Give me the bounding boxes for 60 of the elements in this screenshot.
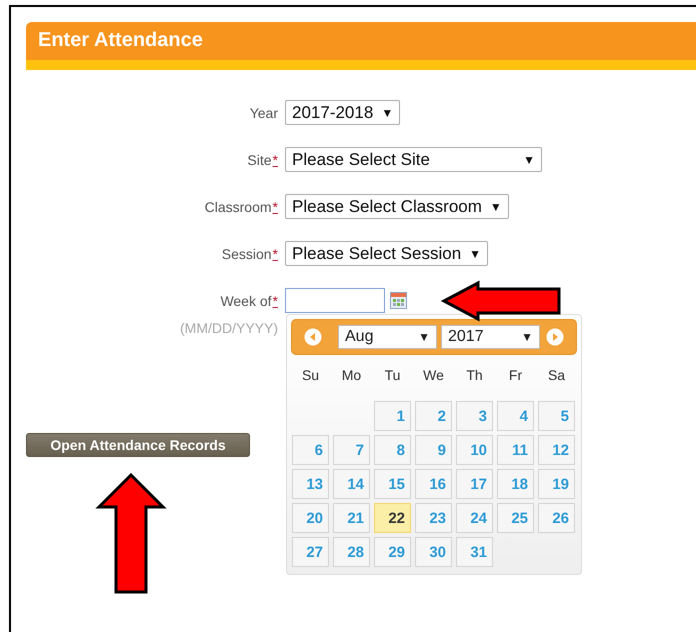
required-mark: * (272, 152, 278, 168)
weekday-label: Fr (508, 367, 524, 385)
day-cell[interactable]: 24 (456, 503, 493, 533)
day-cell[interactable]: 1 (374, 401, 411, 431)
calendar-icon[interactable] (390, 292, 407, 309)
required-mark: * (272, 246, 278, 262)
weekday-label: We (422, 367, 445, 385)
day-cell[interactable]: 6 (292, 435, 329, 465)
day-cell[interactable]: 8 (374, 435, 411, 465)
day-cell[interactable]: 9 (415, 435, 452, 465)
weekday-label: Mo (340, 367, 362, 385)
day-cell[interactable]: 29 (374, 537, 411, 567)
day-cell[interactable]: 7 (333, 435, 370, 465)
required-mark: * (272, 292, 278, 308)
year-select[interactable]: 2017 ▼ (441, 325, 540, 349)
day-cell[interactable]: 5 (538, 401, 575, 431)
day-cell[interactable]: 4 (497, 401, 534, 431)
select-dropdown[interactable]: Please Select Classroom ▼ (285, 194, 509, 219)
select-dropdown[interactable]: Please Select Site ▼ (285, 147, 542, 172)
open-records-button[interactable]: Open Attendance Records (26, 433, 250, 457)
field-label: Session (222, 246, 272, 262)
day-cell[interactable]: 27 (292, 537, 329, 567)
day-cell[interactable]: 17 (456, 469, 493, 499)
day-cell[interactable]: 12 (538, 435, 575, 465)
date-format-hint: (MM/DD/YYYY) (180, 320, 278, 336)
day-cell[interactable]: 21 (333, 503, 370, 533)
month-select[interactable]: Aug ▼ (338, 325, 437, 349)
day-cell[interactable]: 25 (497, 503, 534, 533)
day-cell[interactable]: 19 (538, 469, 575, 499)
day-cell[interactable]: 31 (456, 537, 493, 567)
select-dropdown[interactable]: 2017-2018 ▼ (285, 100, 400, 125)
day-cell[interactable]: 11 (497, 435, 534, 465)
day-cell[interactable]: 22 (374, 503, 411, 533)
next-month-icon[interactable] (546, 328, 564, 346)
weekday-label: Tu (384, 367, 402, 385)
panel-title: Enter Attendance (38, 29, 203, 51)
field-label: Classroom (204, 198, 272, 214)
day-cell[interactable]: 10 (456, 435, 493, 465)
day-cell[interactable]: 3 (456, 401, 493, 431)
field-label: Site (247, 152, 272, 168)
weekday-label: Su (300, 367, 320, 385)
prev-month-icon[interactable] (304, 328, 322, 346)
day-cell[interactable]: 26 (538, 503, 575, 533)
required-mark: * (272, 198, 278, 214)
field-label: Week of (220, 292, 272, 308)
weekday-label: Th (465, 367, 484, 385)
day-cell[interactable]: 2 (415, 401, 452, 431)
field-label: Year (250, 104, 278, 120)
day-cell[interactable]: 18 (497, 469, 534, 499)
weekday-label: Sa (546, 367, 566, 385)
select-dropdown[interactable]: Please Select Session ▼ (285, 241, 488, 266)
day-cell[interactable]: 14 (333, 469, 370, 499)
day-cell[interactable]: 15 (374, 469, 411, 499)
day-cell[interactable]: 13 (292, 469, 329, 499)
day-cell[interactable]: 23 (415, 503, 452, 533)
date-input-field[interactable] (285, 288, 385, 313)
day-cell[interactable]: 28 (333, 537, 370, 567)
day-cell[interactable]: 16 (415, 469, 452, 499)
day-cell[interactable]: 20 (292, 503, 329, 533)
day-cell[interactable]: 30 (415, 537, 452, 567)
